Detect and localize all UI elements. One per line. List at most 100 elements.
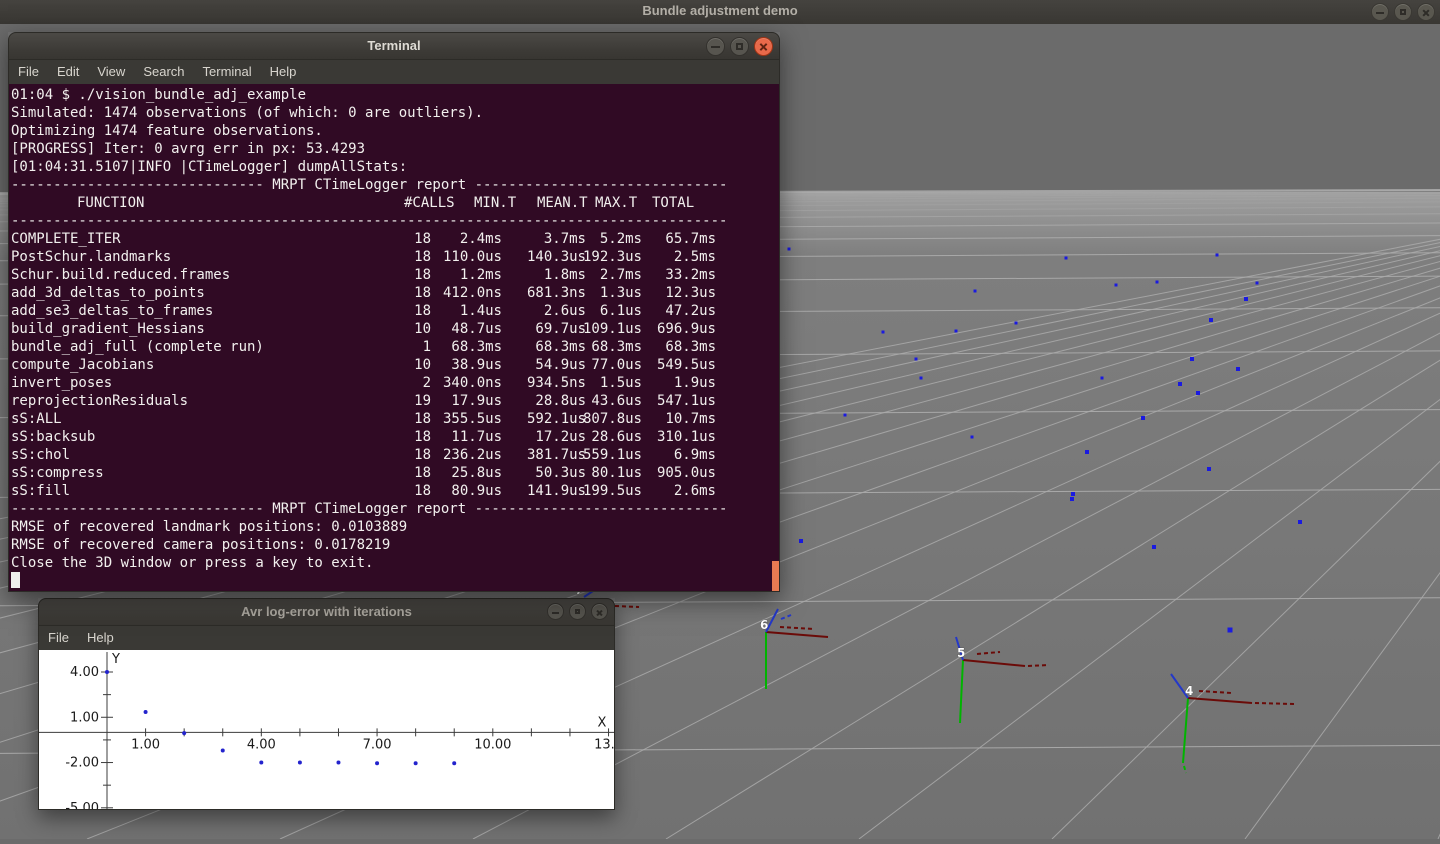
terminal-menubar: FileEditViewSearchTerminalHelp bbox=[8, 60, 780, 84]
landmark-point bbox=[844, 414, 847, 417]
data-point bbox=[452, 761, 456, 765]
data-point bbox=[298, 761, 302, 765]
menu-item-edit[interactable]: Edit bbox=[48, 60, 88, 84]
report-row: sS:backsub1811.7us17.2us28.6us310.1us bbox=[11, 428, 779, 446]
menu-item-file[interactable]: File bbox=[9, 60, 48, 84]
data-point bbox=[182, 731, 186, 735]
main-maximize-button[interactable] bbox=[1394, 3, 1412, 21]
main-window-titlebar: Bundle adjustment demo bbox=[0, 0, 1440, 24]
svg-text:7.00: 7.00 bbox=[363, 737, 392, 752]
plot-window[interactable]: Avr log-error with iterations FileHelp 1… bbox=[38, 598, 615, 810]
landmark-point bbox=[920, 377, 923, 380]
svg-text:-2.00: -2.00 bbox=[65, 756, 99, 771]
svg-text:13.0: 13.0 bbox=[594, 737, 615, 752]
landmark-point bbox=[1071, 492, 1075, 496]
menu-item-file[interactable]: File bbox=[39, 626, 78, 650]
menu-item-view[interactable]: View bbox=[88, 60, 134, 84]
report-row: reprojectionResiduals1917.9us28.8us43.6u… bbox=[11, 392, 779, 410]
report-row: PostSchur.landmarks18110.0us140.3us192.3… bbox=[11, 248, 779, 266]
camera-frame-label: 4 bbox=[1185, 684, 1193, 698]
terminal-title: Terminal bbox=[9, 38, 779, 53]
report-row: Schur.build.reduced.frames181.2ms1.8ms2.… bbox=[11, 266, 779, 284]
landmark-point bbox=[1015, 322, 1018, 325]
landmark-point bbox=[799, 539, 803, 543]
camera-frame-label: 6 bbox=[760, 618, 768, 632]
landmark-point bbox=[1115, 284, 1118, 287]
svg-text:4.00: 4.00 bbox=[247, 737, 276, 752]
main-minimize-button[interactable] bbox=[1371, 3, 1389, 21]
landmark-point bbox=[1236, 367, 1240, 371]
report-row: invert_poses2340.0ns934.5ns1.5us1.9us bbox=[11, 374, 779, 392]
terminal-minimize-button[interactable] bbox=[706, 37, 725, 56]
plot-maximize-button[interactable] bbox=[569, 603, 586, 620]
landmark-point bbox=[1256, 282, 1259, 285]
menu-item-help[interactable]: Help bbox=[78, 626, 123, 650]
landmark-point bbox=[1298, 520, 1302, 524]
terminal-cursor bbox=[11, 572, 20, 588]
report-row: sS:fill1880.9us141.9us199.5us2.6ms bbox=[11, 482, 779, 500]
terminal-line: Simulated: 1474 observations (of which: … bbox=[11, 104, 779, 122]
svg-text:10.00: 10.00 bbox=[474, 737, 511, 752]
landmark-point bbox=[1101, 377, 1104, 380]
data-point bbox=[144, 710, 148, 714]
report-row: compute_Jacobians1038.9us54.9us77.0us549… bbox=[11, 356, 779, 374]
terminal-line: Optimizing 1474 feature observations. bbox=[11, 122, 779, 140]
data-point bbox=[414, 761, 418, 765]
data-point bbox=[259, 761, 263, 765]
landmark-point bbox=[788, 248, 791, 251]
report-separator: ------------------------------ MRPT CTim… bbox=[11, 176, 779, 194]
landmark-point bbox=[1065, 257, 1068, 260]
plot-menubar: FileHelp bbox=[38, 626, 615, 650]
terminal-titlebar[interactable]: Terminal bbox=[8, 32, 780, 60]
landmark-point bbox=[1216, 254, 1219, 257]
terminal-window[interactable]: Terminal FileEditViewSearchTerminalHelp … bbox=[8, 32, 780, 592]
terminal-line: [PROGRESS] Iter: 0 avrg err in px: 53.42… bbox=[11, 140, 779, 158]
data-point bbox=[336, 761, 340, 765]
report-row: add_se3_deltas_to_frames181.4us2.6us6.1u… bbox=[11, 302, 779, 320]
data-point bbox=[221, 748, 225, 752]
landmark-point bbox=[1209, 318, 1213, 322]
landmark-point bbox=[1141, 416, 1145, 420]
menu-item-help[interactable]: Help bbox=[261, 60, 306, 84]
landmark-point bbox=[915, 358, 918, 361]
plot-minimize-button[interactable] bbox=[547, 603, 564, 620]
landmark-point bbox=[1178, 382, 1182, 386]
terminal-maximize-button[interactable] bbox=[730, 37, 749, 56]
report-row: add_3d_deltas_to_points18412.0ns681.3ns1… bbox=[11, 284, 779, 302]
landmark-point bbox=[1244, 297, 1248, 301]
camera-frame-label: 5 bbox=[957, 646, 965, 660]
scatter-chart[interactable]: 1.004.007.0010.0013.04.001.00-2.00-5.00Y… bbox=[38, 650, 615, 810]
svg-text:1.00: 1.00 bbox=[70, 710, 99, 725]
landmark-point bbox=[1085, 450, 1089, 454]
landmark-point bbox=[971, 436, 974, 439]
report-header: FUNCTION#CALLSMIN.TMEAN.TMAX.TTOTAL bbox=[11, 194, 779, 212]
terminal-scrollbar-thumb[interactable] bbox=[772, 561, 779, 591]
terminal-line: RMSE of recovered landmark positions: 0.… bbox=[11, 518, 779, 536]
report-row: sS:ALL18355.5us592.1us807.8us10.7ms bbox=[11, 410, 779, 428]
svg-text:4.00: 4.00 bbox=[70, 665, 99, 680]
camera-axis-x bbox=[1028, 665, 1049, 666]
menu-item-search[interactable]: Search bbox=[134, 60, 193, 84]
terminal-close-button[interactable] bbox=[754, 37, 773, 56]
terminal-line: Close the 3D window or press a key to ex… bbox=[11, 554, 779, 572]
terminal-line: RMSE of recovered camera positions: 0.01… bbox=[11, 536, 779, 554]
report-separator: ----------------------------------------… bbox=[11, 212, 779, 230]
terminal-line: 01:04 $ ./vision_bundle_adj_example bbox=[11, 86, 779, 104]
data-point bbox=[105, 670, 109, 674]
terminal-output[interactable]: 01:04 $ ./vision_bundle_adj_exampleSimul… bbox=[8, 84, 780, 592]
landmark-point bbox=[955, 330, 958, 333]
landmark-point bbox=[882, 331, 885, 334]
landmark-point bbox=[974, 290, 977, 293]
plot-titlebar[interactable]: Avr log-error with iterations bbox=[38, 598, 615, 626]
report-row: COMPLETE_ITER182.4ms3.7ms5.2ms65.7ms bbox=[11, 230, 779, 248]
report-row: sS:compress1825.8us50.3us80.1us905.0us bbox=[11, 464, 779, 482]
main-close-button[interactable] bbox=[1417, 3, 1435, 21]
plot-close-button[interactable] bbox=[591, 603, 608, 620]
data-point bbox=[375, 761, 379, 765]
landmark-point bbox=[1207, 467, 1211, 471]
svg-text:Y: Y bbox=[111, 652, 120, 667]
report-row: sS:chol18236.2us381.7us559.1us6.9ms bbox=[11, 446, 779, 464]
menu-item-terminal[interactable]: Terminal bbox=[194, 60, 261, 84]
landmark-point bbox=[1228, 628, 1233, 633]
report-row: bundle_adj_full (complete run)168.3ms68.… bbox=[11, 338, 779, 356]
